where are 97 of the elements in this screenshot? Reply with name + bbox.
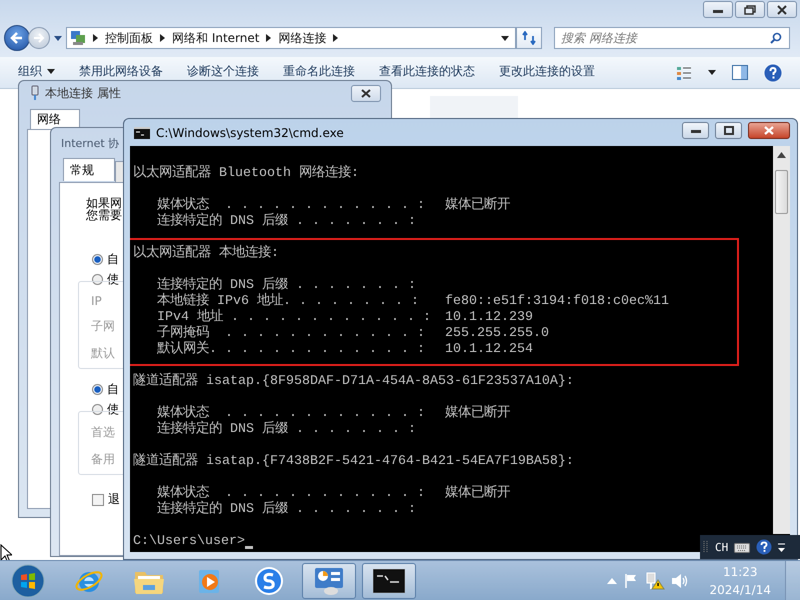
refresh-icon bbox=[522, 31, 536, 45]
close-button[interactable] bbox=[351, 84, 381, 102]
console-line: IPv4 地址 . . . . . . . . . . . . : bbox=[156, 310, 432, 325]
scrollbar[interactable] bbox=[773, 146, 790, 534]
toolbar-button[interactable]: 更改此连接的设置 bbox=[487, 63, 607, 79]
toolbar-menu[interactable]: 组织 bbox=[18, 63, 67, 79]
address-bar[interactable]: 控制面板 网络和 Internet 网络连接 bbox=[66, 27, 516, 49]
console-value: 媒体已断开 bbox=[445, 486, 510, 502]
tab[interactable]: 常规 bbox=[63, 158, 115, 181]
breadcrumb-item[interactable]: 网络连接 bbox=[278, 30, 326, 46]
start-button[interactable] bbox=[10, 562, 46, 598]
close-button[interactable] bbox=[748, 122, 790, 139]
search-field[interactable]: 搜索 网络连接 bbox=[554, 27, 790, 49]
console-line: 连接特定的 DNS 后缀 . . . . . . . : bbox=[156, 278, 417, 293]
chevron-icon[interactable] bbox=[93, 34, 98, 42]
control-panel-icon bbox=[313, 566, 345, 596]
arrow-left-icon bbox=[10, 31, 24, 45]
network-icon bbox=[70, 30, 86, 46]
radio-option[interactable]: 自 bbox=[92, 379, 119, 399]
view-icon[interactable] bbox=[676, 64, 692, 80]
taskbar-button[interactable] bbox=[362, 562, 416, 598]
close-icon bbox=[764, 126, 774, 135]
console-value: 10.1.12.254 bbox=[445, 342, 533, 358]
arrow-right-icon bbox=[33, 32, 45, 44]
dialog-title: 本地连接 属性 bbox=[45, 84, 121, 102]
radio-option[interactable]: 自 bbox=[92, 249, 119, 269]
console-value: 10.1.12.239 bbox=[445, 310, 533, 326]
maximize-button[interactable] bbox=[735, 1, 765, 18]
dropdown-icon[interactable] bbox=[501, 36, 509, 40]
breadcrumb-item[interactable]: 控制面板 bbox=[105, 30, 153, 46]
options-icon[interactable] bbox=[778, 542, 786, 552]
console-line: 媒体状态 . . . . . . . . . . . . : bbox=[156, 486, 426, 501]
close-button[interactable] bbox=[767, 1, 797, 18]
close-icon bbox=[361, 88, 371, 98]
console-line: 连接特定的 DNS 后缀 . . . . . . . : bbox=[156, 214, 417, 230]
console-icon bbox=[373, 568, 405, 592]
caret-icon bbox=[47, 68, 55, 74]
chevron-icon[interactable] bbox=[266, 34, 272, 42]
console-value: 媒体已断开 bbox=[445, 406, 510, 422]
maximize-icon bbox=[724, 126, 734, 135]
console-value: 255.255.255.0 bbox=[445, 326, 549, 342]
caret-icon[interactable] bbox=[54, 36, 62, 40]
toolbar-button[interactable]: 查看此连接的状态 bbox=[367, 63, 487, 79]
network-warning-icon[interactable] bbox=[645, 572, 666, 590]
console-line: 以太网适配器 Bluetooth 网络连接: bbox=[133, 166, 359, 182]
keyboard-icon[interactable] bbox=[734, 541, 750, 553]
console-line: 媒体状态 . . . . . . . . . . . . : bbox=[156, 406, 426, 421]
minimize-button[interactable] bbox=[682, 122, 709, 139]
help-icon[interactable] bbox=[764, 64, 782, 82]
back-button[interactable] bbox=[4, 25, 30, 51]
field-label: 默认 bbox=[91, 345, 115, 362]
console-line: 子网掩码 . . . . . . . . . . . . : bbox=[156, 326, 426, 341]
console-line: 默认网关. . . . . . . . . . . . . : bbox=[156, 342, 426, 358]
language-indicator[interactable]: CH bbox=[715, 540, 728, 554]
console-line: 隧道适配器 isatap.{F7438B2F-5421-4764-B421-54EA7F19BA58}: bbox=[133, 454, 574, 470]
refresh-button[interactable] bbox=[516, 27, 542, 49]
field-label: 备用 bbox=[91, 451, 115, 468]
console-value: fe80::e51f:3194:f018:c0ec%11 bbox=[445, 294, 669, 310]
caret-icon[interactable] bbox=[708, 70, 716, 75]
console-prompt: C:\Users\user> bbox=[133, 534, 245, 550]
console-line: 隧道适配器 isatap.{8F958DAF-D71A-454A-8A53-61F23537A10A}: bbox=[133, 374, 574, 390]
window-title: C:\Windows\system32\cmd.exe bbox=[156, 126, 344, 140]
app-icon bbox=[254, 566, 284, 596]
scroll-thumb[interactable] bbox=[775, 170, 788, 214]
chevron-icon[interactable] bbox=[160, 34, 165, 42]
restore-icon bbox=[744, 4, 756, 14]
toolbar-button[interactable]: 诊断这个连接 bbox=[175, 63, 271, 79]
preview-pane-icon[interactable] bbox=[732, 65, 748, 80]
console-value: 媒体已断开 bbox=[445, 198, 510, 214]
console-line: 连接特定的 DNS 后缀 . . . . . . . : bbox=[156, 422, 417, 438]
description-text: 如果网 bbox=[86, 197, 122, 209]
console-line: 本地链接 IPv6 地址. . . . . . . . : bbox=[156, 294, 420, 309]
adapter-icon bbox=[31, 85, 39, 101]
minimize-icon bbox=[690, 128, 700, 132]
close-icon bbox=[776, 4, 788, 14]
console-line: 媒体状态 . . . . . . . . . . . . : bbox=[156, 198, 426, 213]
tab[interactable]: 网络 bbox=[30, 109, 80, 129]
console-line: 连接特定的 DNS 后缀 . . . . . . . : bbox=[156, 502, 417, 518]
grip-icon[interactable] bbox=[703, 540, 709, 554]
console-icon bbox=[134, 126, 150, 138]
field-label: 首选 bbox=[91, 424, 115, 441]
breadcrumb-item[interactable]: 网络和 Internet bbox=[172, 30, 260, 46]
scroll-up-icon[interactable] bbox=[777, 152, 786, 158]
minimize-button[interactable] bbox=[703, 1, 733, 18]
field-label: IP bbox=[91, 294, 102, 308]
toolbar-button[interactable]: 重命名此连接 bbox=[271, 63, 367, 79]
text-cursor bbox=[244, 546, 253, 549]
field-label: 子网 bbox=[91, 318, 115, 335]
toolbar-button[interactable]: 禁用此网络设备 bbox=[67, 63, 175, 79]
console-line: 以太网适配器 本地连接: bbox=[133, 246, 279, 262]
windows-logo bbox=[11, 564, 45, 598]
dialog-title: Internet 协 bbox=[61, 136, 120, 150]
chevron-icon[interactable] bbox=[333, 34, 338, 42]
description-text: 您需要 bbox=[86, 209, 122, 221]
help-icon[interactable] bbox=[756, 539, 772, 555]
checkbox[interactable]: 退 bbox=[92, 491, 120, 508]
maximize-button[interactable] bbox=[715, 122, 742, 139]
